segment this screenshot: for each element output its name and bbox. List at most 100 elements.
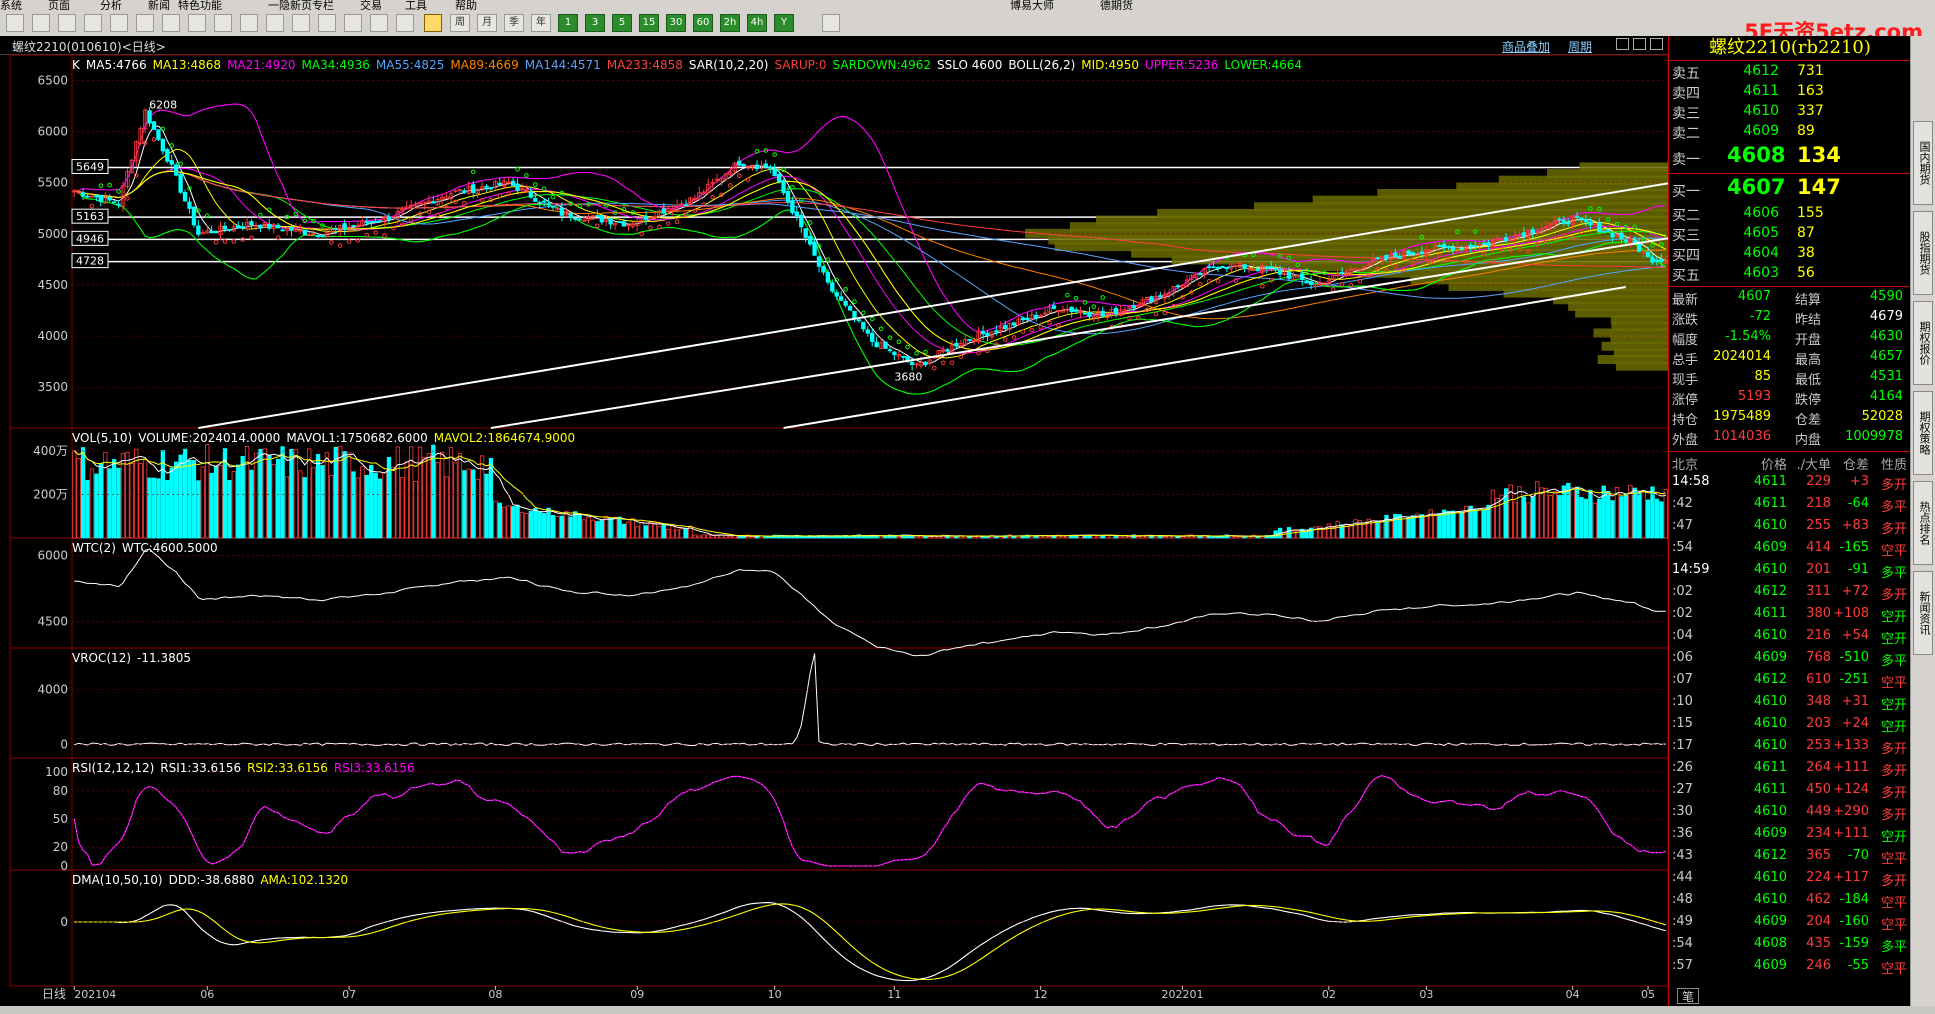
menu-item-8[interactable]: 帮助: [455, 0, 477, 10]
tick-row[interactable]: :02 4611 380 +108 空开: [1669, 606, 1911, 628]
toolbar-tool-icon[interactable]: [396, 14, 414, 32]
candle-body: [369, 220, 374, 223]
toolbar-tool-icon[interactable]: [370, 14, 388, 32]
tick-row[interactable]: :36 4609 234 +111 空开: [1669, 826, 1911, 848]
tick-row[interactable]: :02 4612 311 +72 多开: [1669, 584, 1911, 606]
stat-value: 1014036: [1713, 429, 1771, 444]
toolbar-tool-icon[interactable]: [240, 14, 258, 32]
tick-row[interactable]: :04 4610 216 +54 空开: [1669, 628, 1911, 650]
toolbar-period-button[interactable]: 月: [477, 14, 497, 32]
tick-row[interactable]: :10 4610 348 +31 空开: [1669, 694, 1911, 716]
tick-tab-button[interactable]: 笔: [1677, 988, 1699, 1004]
toolbar-period-button[interactable]: Y: [774, 14, 794, 32]
toolbar-period-button[interactable]: 2h: [720, 14, 740, 32]
toolbar-period-button[interactable]: 年: [531, 14, 551, 32]
tick-cell: 4612: [1753, 584, 1787, 599]
tick-row[interactable]: :17 4610 253 +133 多开: [1669, 738, 1911, 760]
tick-row[interactable]: :47 4610 255 +83 多开: [1669, 518, 1911, 540]
tick-row[interactable]: :49 4609 204 -160 空平: [1669, 914, 1911, 936]
tick-row[interactable]: :30 4610 449 +290 多开: [1669, 804, 1911, 826]
chart-canvas[interactable]: 6500600055005000450040003500400万200万6000…: [0, 36, 1668, 1006]
tick-row[interactable]: :44 4610 224 +117 多开: [1669, 870, 1911, 892]
toolbar-tool-icon[interactable]: [136, 14, 154, 32]
toolbar-period-button[interactable]: 周: [450, 14, 470, 32]
sar-dot: [1029, 327, 1035, 333]
bid-row: 买二 4606 155: [1669, 205, 1911, 225]
toolbar-tool-icon[interactable]: [6, 14, 24, 32]
tick-cell: 多开: [1880, 588, 1907, 603]
tick-row[interactable]: :15 4610 203 +24 空开: [1669, 716, 1911, 738]
price-tick: 4500: [37, 278, 68, 292]
menu-item-2[interactable]: 分析: [100, 0, 122, 10]
candle-body: [1419, 251, 1425, 254]
tick-row[interactable]: :57 4609 246 -55 空平: [1669, 958, 1911, 980]
toolbar-tool-icon[interactable]: [58, 14, 76, 32]
menu-item-9[interactable]: 博易大师: [1010, 0, 1054, 10]
volume-bar: [683, 528, 689, 539]
toolbar-tool-icon[interactable]: [84, 14, 102, 32]
candle-body: [843, 300, 848, 306]
tick-row[interactable]: :54 4608 435 -159 多平: [1669, 936, 1911, 958]
volume-bar: [1623, 493, 1629, 539]
toolbar-period-button[interactable]: 30: [666, 14, 686, 32]
menu-item-4[interactable]: 特色功能: [178, 0, 222, 10]
menu-item-5[interactable]: 一隐新页专栏: [268, 0, 334, 10]
side-tab[interactable]: 股指期货: [1913, 211, 1933, 295]
stat-row: 涨停 5193 跌停 4164: [1669, 389, 1911, 409]
toolbar-tool-icon[interactable]: [344, 14, 362, 32]
candle-body: [568, 212, 573, 218]
tick-row[interactable]: :26 4611 264 +111 多开: [1669, 760, 1911, 782]
toolbar-period-button[interactable]: 3: [585, 14, 605, 32]
toolbar-daily-button[interactable]: [424, 14, 442, 32]
candle-body: [289, 227, 294, 231]
toolbar-tool-icon[interactable]: [214, 14, 232, 32]
tick-row[interactable]: :54 4609 414 -165 空平: [1669, 540, 1911, 562]
menu-item-10[interactable]: 德期货: [1100, 0, 1133, 10]
tick-row[interactable]: :27 4611 450 +124 多开: [1669, 782, 1911, 804]
toolbar-tool-icon[interactable]: [110, 14, 128, 32]
sar-dot: [373, 230, 378, 235]
volume-bar: [1060, 535, 1066, 539]
menu-item-7[interactable]: 工具: [405, 0, 427, 10]
tick-cell: 多平: [1880, 654, 1907, 669]
toolbar-period-button[interactable]: 1: [558, 14, 578, 32]
side-tab[interactable]: 期权策略: [1913, 391, 1933, 475]
tick-cell: 204: [1806, 914, 1831, 929]
sar-dot: [116, 189, 121, 194]
toolbar-period-button[interactable]: 15: [639, 14, 659, 32]
side-tab[interactable]: 期权报价: [1913, 301, 1933, 385]
candle-body: [1277, 269, 1283, 275]
rsi-dots: [73, 775, 1666, 867]
toolbar-period-button[interactable]: 5: [612, 14, 632, 32]
volume-bar: [1588, 489, 1593, 539]
toolbar-tool-icon[interactable]: [162, 14, 180, 32]
volume-bar: [847, 536, 853, 539]
toolbar-tool-icon[interactable]: [292, 14, 310, 32]
menu-item-0[interactable]: 系统: [0, 0, 22, 10]
side-tab[interactable]: 国内期货: [1913, 121, 1933, 205]
toolbar-tool-icon[interactable]: [318, 14, 336, 32]
tick-row[interactable]: :06 4609 768 -510 多平: [1669, 650, 1911, 672]
side-tab[interactable]: 新闻资讯: [1913, 571, 1933, 655]
menu-item-6[interactable]: 交易: [360, 0, 382, 10]
side-tab[interactable]: 热点排名: [1913, 481, 1933, 565]
toolbar-extra-icon[interactable]: [822, 14, 840, 32]
toolbar-period-button[interactable]: 60: [693, 14, 713, 32]
tick-row[interactable]: 14:59 4610 201 -91 多平: [1669, 562, 1911, 584]
toolbar-period-button[interactable]: 季: [504, 14, 524, 32]
book-separator: [1669, 286, 1911, 287]
candle-body: [174, 164, 179, 176]
tick-row[interactable]: 14:58 4611 229 +3 多开: [1669, 474, 1911, 496]
menu-item-3[interactable]: 新闻: [148, 0, 170, 10]
menu-item-1[interactable]: 页面: [48, 0, 70, 10]
tick-row[interactable]: :43 4612 365 -70 空平: [1669, 848, 1911, 870]
toolbar-period-button[interactable]: 4h: [747, 14, 767, 32]
toolbar-tool-icon[interactable]: [32, 14, 50, 32]
volume-bar: [1605, 491, 1611, 539]
tick-row[interactable]: :48 4610 462 -184 空平: [1669, 892, 1911, 914]
tick-row[interactable]: :42 4611 218 -64 多平: [1669, 496, 1911, 518]
candle-body: [874, 341, 879, 348]
toolbar-tool-icon[interactable]: [266, 14, 284, 32]
tick-row[interactable]: :07 4612 610 -251 空平: [1669, 672, 1911, 694]
toolbar-tool-icon[interactable]: [188, 14, 206, 32]
